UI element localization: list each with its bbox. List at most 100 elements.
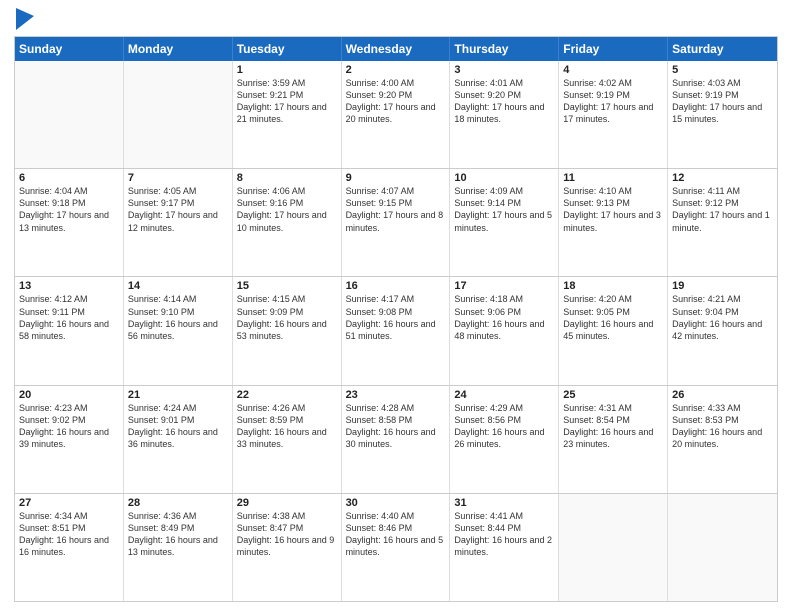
- calendar-cell: 20Sunrise: 4:23 AM Sunset: 9:02 PM Dayli…: [15, 386, 124, 493]
- calendar-cell: 9Sunrise: 4:07 AM Sunset: 9:15 PM Daylig…: [342, 169, 451, 276]
- calendar-cell: 23Sunrise: 4:28 AM Sunset: 8:58 PM Dayli…: [342, 386, 451, 493]
- day-info: Sunrise: 4:17 AM Sunset: 9:08 PM Dayligh…: [346, 293, 446, 342]
- day-info: Sunrise: 4:15 AM Sunset: 9:09 PM Dayligh…: [237, 293, 337, 342]
- header-day-monday: Monday: [124, 37, 233, 61]
- calendar-cell: 1Sunrise: 3:59 AM Sunset: 9:21 PM Daylig…: [233, 61, 342, 168]
- day-number: 8: [237, 172, 337, 184]
- calendar-cell: [124, 61, 233, 168]
- calendar-header: SundayMondayTuesdayWednesdayThursdayFrid…: [15, 37, 777, 61]
- day-info: Sunrise: 4:24 AM Sunset: 9:01 PM Dayligh…: [128, 402, 228, 451]
- calendar-cell: 7Sunrise: 4:05 AM Sunset: 9:17 PM Daylig…: [124, 169, 233, 276]
- day-info: Sunrise: 4:38 AM Sunset: 8:47 PM Dayligh…: [237, 510, 337, 559]
- day-number: 23: [346, 389, 446, 401]
- calendar-cell: 29Sunrise: 4:38 AM Sunset: 8:47 PM Dayli…: [233, 494, 342, 601]
- day-number: 22: [237, 389, 337, 401]
- day-number: 6: [19, 172, 119, 184]
- day-info: Sunrise: 4:07 AM Sunset: 9:15 PM Dayligh…: [346, 185, 446, 234]
- calendar-cell: 17Sunrise: 4:18 AM Sunset: 9:06 PM Dayli…: [450, 277, 559, 384]
- day-info: Sunrise: 4:04 AM Sunset: 9:18 PM Dayligh…: [19, 185, 119, 234]
- calendar-row-3: 13Sunrise: 4:12 AM Sunset: 9:11 PM Dayli…: [15, 276, 777, 384]
- day-info: Sunrise: 4:01 AM Sunset: 9:20 PM Dayligh…: [454, 77, 554, 126]
- calendar-cell: 14Sunrise: 4:14 AM Sunset: 9:10 PM Dayli…: [124, 277, 233, 384]
- calendar-cell: 13Sunrise: 4:12 AM Sunset: 9:11 PM Dayli…: [15, 277, 124, 384]
- day-info: Sunrise: 4:33 AM Sunset: 8:53 PM Dayligh…: [672, 402, 773, 451]
- day-info: Sunrise: 4:31 AM Sunset: 8:54 PM Dayligh…: [563, 402, 663, 451]
- day-info: Sunrise: 4:02 AM Sunset: 9:19 PM Dayligh…: [563, 77, 663, 126]
- day-number: 28: [128, 497, 228, 509]
- day-info: Sunrise: 4:18 AM Sunset: 9:06 PM Dayligh…: [454, 293, 554, 342]
- logo-icon: [16, 8, 34, 30]
- calendar-row-2: 6Sunrise: 4:04 AM Sunset: 9:18 PM Daylig…: [15, 168, 777, 276]
- day-number: 24: [454, 389, 554, 401]
- calendar-cell: 31Sunrise: 4:41 AM Sunset: 8:44 PM Dayli…: [450, 494, 559, 601]
- calendar-row-5: 27Sunrise: 4:34 AM Sunset: 8:51 PM Dayli…: [15, 493, 777, 601]
- day-number: 26: [672, 389, 773, 401]
- day-number: 25: [563, 389, 663, 401]
- day-info: Sunrise: 4:00 AM Sunset: 9:20 PM Dayligh…: [346, 77, 446, 126]
- day-info: Sunrise: 4:41 AM Sunset: 8:44 PM Dayligh…: [454, 510, 554, 559]
- day-number: 15: [237, 280, 337, 292]
- day-info: Sunrise: 4:21 AM Sunset: 9:04 PM Dayligh…: [672, 293, 773, 342]
- calendar-cell: 3Sunrise: 4:01 AM Sunset: 9:20 PM Daylig…: [450, 61, 559, 168]
- calendar-cell: 16Sunrise: 4:17 AM Sunset: 9:08 PM Dayli…: [342, 277, 451, 384]
- header-day-friday: Friday: [559, 37, 668, 61]
- calendar-cell: 11Sunrise: 4:10 AM Sunset: 9:13 PM Dayli…: [559, 169, 668, 276]
- day-info: Sunrise: 4:12 AM Sunset: 9:11 PM Dayligh…: [19, 293, 119, 342]
- day-info: Sunrise: 4:06 AM Sunset: 9:16 PM Dayligh…: [237, 185, 337, 234]
- day-info: Sunrise: 4:14 AM Sunset: 9:10 PM Dayligh…: [128, 293, 228, 342]
- day-number: 21: [128, 389, 228, 401]
- day-info: Sunrise: 4:03 AM Sunset: 9:19 PM Dayligh…: [672, 77, 773, 126]
- day-number: 12: [672, 172, 773, 184]
- calendar-cell: 12Sunrise: 4:11 AM Sunset: 9:12 PM Dayli…: [668, 169, 777, 276]
- day-number: 16: [346, 280, 446, 292]
- day-number: 5: [672, 64, 773, 76]
- day-number: 31: [454, 497, 554, 509]
- calendar-row-1: 1Sunrise: 3:59 AM Sunset: 9:21 PM Daylig…: [15, 61, 777, 168]
- day-info: Sunrise: 4:11 AM Sunset: 9:12 PM Dayligh…: [672, 185, 773, 234]
- day-number: 3: [454, 64, 554, 76]
- calendar-cell: 21Sunrise: 4:24 AM Sunset: 9:01 PM Dayli…: [124, 386, 233, 493]
- header-day-sunday: Sunday: [15, 37, 124, 61]
- day-number: 7: [128, 172, 228, 184]
- calendar-cell: 15Sunrise: 4:15 AM Sunset: 9:09 PM Dayli…: [233, 277, 342, 384]
- calendar-cell: 2Sunrise: 4:00 AM Sunset: 9:20 PM Daylig…: [342, 61, 451, 168]
- day-info: Sunrise: 4:26 AM Sunset: 8:59 PM Dayligh…: [237, 402, 337, 451]
- calendar-cell: 25Sunrise: 4:31 AM Sunset: 8:54 PM Dayli…: [559, 386, 668, 493]
- day-number: 18: [563, 280, 663, 292]
- calendar-cell: 19Sunrise: 4:21 AM Sunset: 9:04 PM Dayli…: [668, 277, 777, 384]
- day-number: 20: [19, 389, 119, 401]
- day-number: 13: [19, 280, 119, 292]
- header-day-tuesday: Tuesday: [233, 37, 342, 61]
- calendar-cell: 28Sunrise: 4:36 AM Sunset: 8:49 PM Dayli…: [124, 494, 233, 601]
- day-number: 17: [454, 280, 554, 292]
- day-number: 29: [237, 497, 337, 509]
- header-day-saturday: Saturday: [668, 37, 777, 61]
- day-info: Sunrise: 4:09 AM Sunset: 9:14 PM Dayligh…: [454, 185, 554, 234]
- day-number: 1: [237, 64, 337, 76]
- day-info: Sunrise: 4:40 AM Sunset: 8:46 PM Dayligh…: [346, 510, 446, 559]
- calendar-cell: [559, 494, 668, 601]
- day-info: Sunrise: 4:23 AM Sunset: 9:02 PM Dayligh…: [19, 402, 119, 451]
- day-number: 27: [19, 497, 119, 509]
- day-number: 30: [346, 497, 446, 509]
- day-info: Sunrise: 4:34 AM Sunset: 8:51 PM Dayligh…: [19, 510, 119, 559]
- logo: [14, 10, 34, 30]
- calendar-cell: 24Sunrise: 4:29 AM Sunset: 8:56 PM Dayli…: [450, 386, 559, 493]
- calendar-cell: 4Sunrise: 4:02 AM Sunset: 9:19 PM Daylig…: [559, 61, 668, 168]
- calendar-cell: [15, 61, 124, 168]
- calendar-cell: 27Sunrise: 4:34 AM Sunset: 8:51 PM Dayli…: [15, 494, 124, 601]
- calendar-cell: [668, 494, 777, 601]
- day-number: 2: [346, 64, 446, 76]
- calendar-cell: 6Sunrise: 4:04 AM Sunset: 9:18 PM Daylig…: [15, 169, 124, 276]
- header-day-thursday: Thursday: [450, 37, 559, 61]
- calendar-cell: 30Sunrise: 4:40 AM Sunset: 8:46 PM Dayli…: [342, 494, 451, 601]
- day-number: 4: [563, 64, 663, 76]
- day-number: 10: [454, 172, 554, 184]
- day-info: Sunrise: 4:36 AM Sunset: 8:49 PM Dayligh…: [128, 510, 228, 559]
- calendar-cell: 18Sunrise: 4:20 AM Sunset: 9:05 PM Dayli…: [559, 277, 668, 384]
- day-info: Sunrise: 4:05 AM Sunset: 9:17 PM Dayligh…: [128, 185, 228, 234]
- calendar-cell: 22Sunrise: 4:26 AM Sunset: 8:59 PM Dayli…: [233, 386, 342, 493]
- page-header: [14, 10, 778, 30]
- calendar-cell: 10Sunrise: 4:09 AM Sunset: 9:14 PM Dayli…: [450, 169, 559, 276]
- calendar-cell: 5Sunrise: 4:03 AM Sunset: 9:19 PM Daylig…: [668, 61, 777, 168]
